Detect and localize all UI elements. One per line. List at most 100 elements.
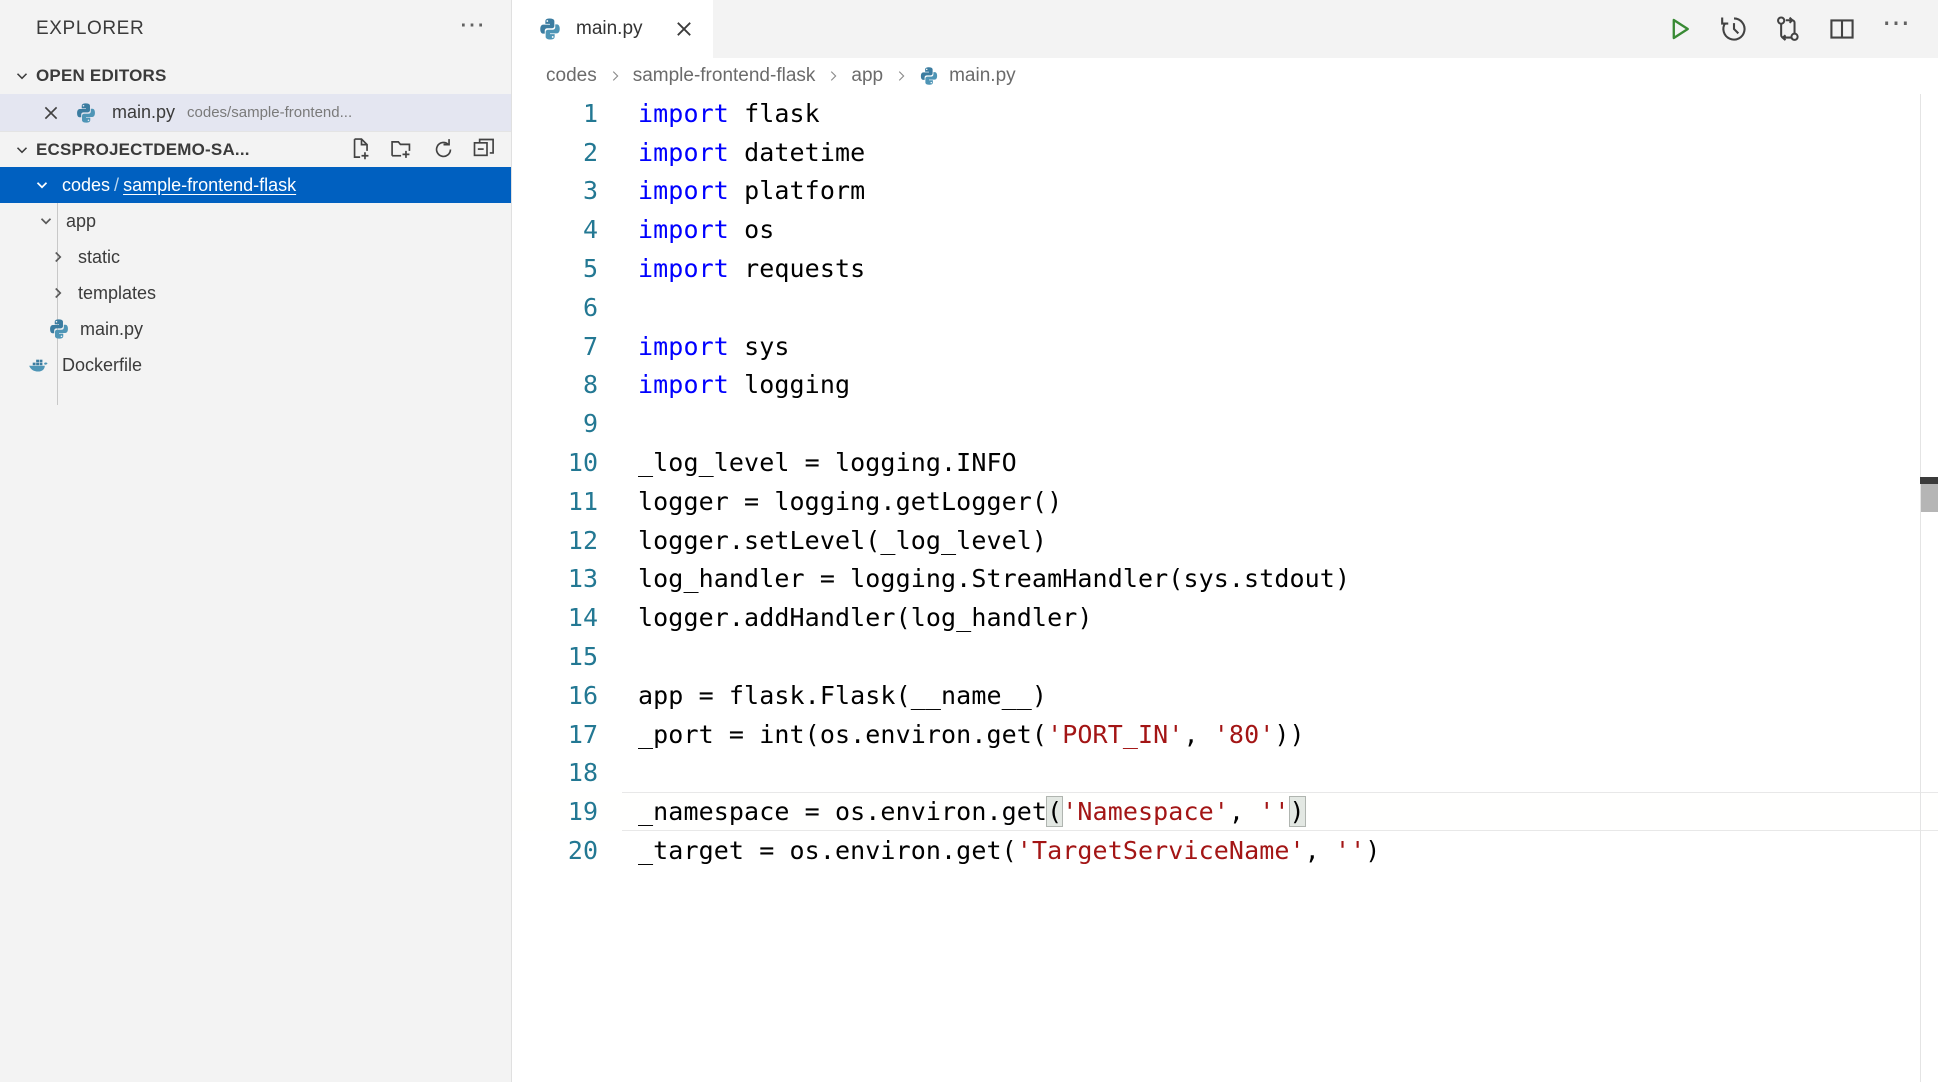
code-line[interactable]: 11 logger = logging.getLogger() [512, 482, 1938, 521]
code-line[interactable]: 17_port = int(os.environ.get('PORT_IN', … [512, 715, 1938, 754]
more-actions-button[interactable]: ⋯ [1882, 18, 1912, 40]
close-icon[interactable] [36, 103, 66, 123]
token-plain: , [1183, 720, 1213, 749]
token-plain: platform [729, 176, 865, 205]
token-plain: log_handler = logging.StreamHandler(sys.… [638, 564, 1350, 593]
page-title: EXPLORER [36, 18, 144, 40]
explorer-sidebar: EXPLORER ⋯ OPEN EDITORS main.py codes/sa… [0, 0, 512, 1082]
token-string: 'TargetServiceName' [1017, 836, 1305, 865]
code-line[interactable]: 5import requests [512, 249, 1938, 288]
code-line[interactable]: 2import datetime [512, 133, 1938, 172]
close-icon[interactable] [673, 18, 695, 40]
code-text: _namespace = os.environ.get('Namespace',… [622, 797, 1305, 826]
token-plain: app = flask.Flask(__name__) [638, 681, 1047, 710]
code-line[interactable]: 19_namespace = os.environ.get('Namespace… [512, 792, 1938, 831]
token-string: 'PORT_IN' [1047, 720, 1183, 749]
code-text: import flask [622, 99, 820, 128]
code-line[interactable]: 8import logging [512, 366, 1938, 405]
new-file-icon[interactable] [349, 137, 374, 162]
tree-item-label: main.py [80, 319, 143, 340]
token-string: 'Namespace' [1062, 797, 1229, 826]
python-icon [72, 102, 100, 124]
code-line[interactable]: 6 [512, 288, 1938, 327]
code-line[interactable]: 13log_handler = logging.StreamHandler(sy… [512, 560, 1938, 599]
code-line[interactable]: 18 [512, 754, 1938, 793]
token-string: '' [1259, 797, 1289, 826]
editor-vertical-scrollbar[interactable] [1920, 94, 1938, 1082]
code-line[interactable]: 16app = flask.Flask(__name__) [512, 676, 1938, 715]
token-plain: _log_level = logging.INFO [638, 448, 1017, 477]
code-line[interactable]: 4import os [512, 210, 1938, 249]
tree-item-main-py[interactable]: main.py [0, 311, 511, 347]
section-label: ECSPROJECTDEMO-SA... [36, 140, 250, 160]
tree-item-app[interactable]: app [0, 203, 511, 239]
new-folder-icon[interactable] [390, 137, 415, 162]
token-plain: )) [1274, 720, 1304, 749]
token-string: '' [1335, 836, 1365, 865]
token-keyword: import [638, 370, 729, 399]
refresh-icon[interactable] [431, 137, 456, 162]
code-text: import platform [622, 176, 865, 205]
timeline-button[interactable] [1720, 15, 1748, 43]
section-header-workspace[interactable]: ECSPROJECTDEMO-SA... [0, 131, 511, 167]
chevron-down-icon [8, 67, 36, 85]
token-plain: , [1229, 797, 1259, 826]
code-line[interactable]: 9 [512, 404, 1938, 443]
line-number: 8 [512, 370, 622, 399]
token-plain: flask [729, 99, 820, 128]
tree-item-prefix: codes [62, 175, 110, 196]
line-number: 2 [512, 138, 622, 167]
token-plain: logger = logging.getLogger() [638, 487, 1062, 516]
tree-item-label: Dockerfile [62, 355, 142, 376]
scrollbar-thumb[interactable] [1921, 484, 1938, 512]
split-editor-button[interactable] [1828, 15, 1856, 43]
code-line[interactable]: 14logger.addHandler(log_handler) [512, 598, 1938, 637]
run-python-file-button[interactable] [1666, 15, 1694, 43]
code-line[interactable]: 1import flask [512, 94, 1938, 133]
breadcrumb-item-codes[interactable]: codes [546, 65, 597, 87]
code-line[interactable]: 20_target = os.environ.get('TargetServic… [512, 831, 1938, 870]
code-text: app = flask.Flask(__name__) [622, 681, 1047, 710]
open-editor-item-main-py[interactable]: main.py codes/sample-frontend... [0, 94, 511, 131]
tree-item-static[interactable]: static [0, 239, 511, 275]
token-plain: ) [1365, 836, 1380, 865]
line-number: 11 [512, 487, 622, 516]
breadcrumb-item-app[interactable]: app [851, 65, 883, 87]
line-number: 1 [512, 99, 622, 128]
code-line[interactable]: 10_log_level = logging.INFO [512, 443, 1938, 482]
line-number: 12 [512, 526, 622, 555]
tree-item-codes-sample-frontend-flask[interactable]: codes / sample-frontend-flask [0, 167, 511, 203]
source-control-compare-button[interactable] [1774, 15, 1802, 43]
breadcrumb-item-sample-frontend-flask[interactable]: sample-frontend-flask [633, 65, 816, 87]
chevron-right-icon [894, 69, 908, 83]
token-plain: , [1305, 836, 1335, 865]
editor-group: main.py [512, 0, 1938, 1082]
token-plain: _port = int(os.environ.get( [638, 720, 1047, 749]
collapse-all-icon[interactable] [472, 137, 497, 162]
token-keyword: import [638, 99, 729, 128]
code-line[interactable]: 7import sys [512, 327, 1938, 366]
section-header-open-editors[interactable]: OPEN EDITORS [0, 58, 511, 94]
breadcrumb-item-main-py[interactable]: main.py [949, 65, 1016, 87]
line-number: 15 [512, 642, 622, 671]
explorer-title-row: EXPLORER ⋯ [0, 0, 511, 58]
tree-item-dockerfile[interactable]: Dockerfile [0, 347, 511, 383]
tab-main-py[interactable]: main.py [512, 0, 713, 58]
code-text: _target = os.environ.get('TargetServiceN… [622, 836, 1380, 865]
python-icon [536, 17, 564, 41]
code-editor[interactable]: 1import flask2import datetime3import pla… [512, 94, 1938, 1082]
ellipsis-icon[interactable]: ⋯ [459, 19, 487, 39]
tree-item-label: app [66, 211, 96, 232]
code-line[interactable]: 3import platform [512, 172, 1938, 211]
token-keyword: import [638, 332, 729, 361]
code-text: _port = int(os.environ.get('PORT_IN', '8… [622, 720, 1305, 749]
code-text: import logging [622, 370, 850, 399]
token-plain: _target = os.environ.get( [638, 836, 1017, 865]
line-number: 17 [512, 720, 622, 749]
code-line[interactable]: 15 [512, 637, 1938, 676]
code-line[interactable]: 12logger.setLevel(_log_level) [512, 521, 1938, 560]
bracket-match-highlight: ( [1047, 797, 1062, 826]
line-number: 4 [512, 215, 622, 244]
open-editor-name: main.py [112, 102, 175, 123]
tree-item-templates[interactable]: templates [0, 275, 511, 311]
